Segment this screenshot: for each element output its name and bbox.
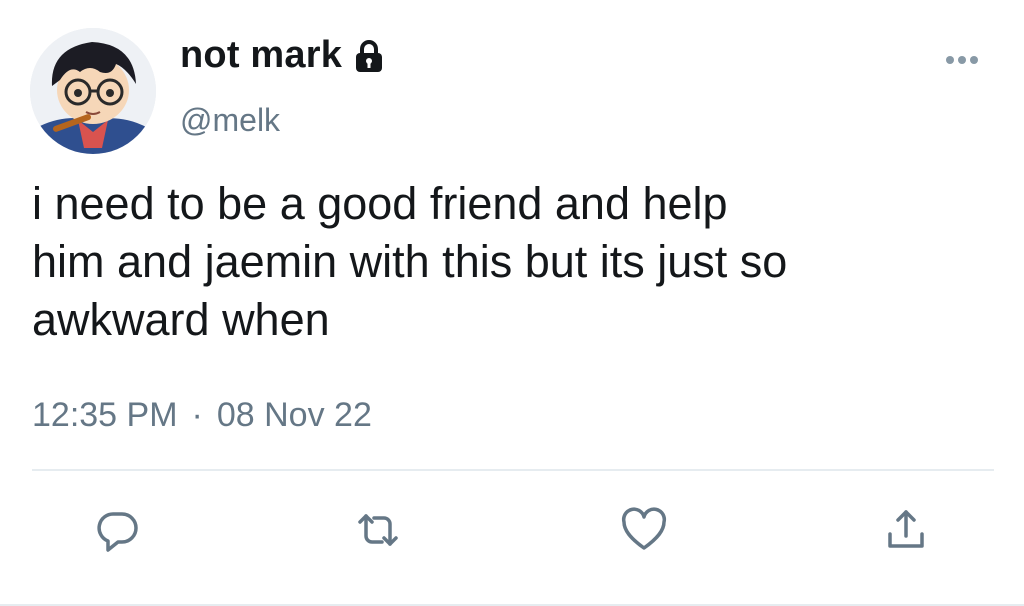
tweet-timestamp[interactable]: 12:35 PM · 08 Nov 22	[32, 396, 372, 435]
divider	[32, 469, 994, 471]
share-button[interactable]	[882, 506, 930, 554]
action-bar	[0, 506, 1024, 554]
heart-icon	[621, 507, 667, 550]
share-icon	[888, 510, 924, 548]
reply-icon	[97, 512, 138, 552]
more-horizontal-icon[interactable]	[942, 52, 982, 68]
display-name[interactable]: not mark	[180, 34, 342, 77]
author-name-row[interactable]: not mark	[180, 34, 384, 77]
reply-button[interactable]	[94, 506, 142, 554]
avatar-image	[30, 28, 156, 154]
lock-icon	[354, 39, 384, 73]
retweet-icon	[358, 514, 398, 546]
author-handle[interactable]: @melk	[180, 102, 280, 139]
timestamp-separator: ·	[191, 396, 203, 434]
retweet-button[interactable]	[354, 506, 402, 554]
tweet-text: i need to be a good friend and help him …	[32, 178, 788, 345]
tweet-time: 12:35 PM	[32, 396, 178, 434]
tweet-date: 08 Nov 22	[216, 396, 372, 434]
tweet-card: not mark @melk i need to be a good frien…	[0, 0, 1024, 606]
like-button[interactable]	[620, 506, 668, 554]
avatar[interactable]	[30, 28, 156, 154]
